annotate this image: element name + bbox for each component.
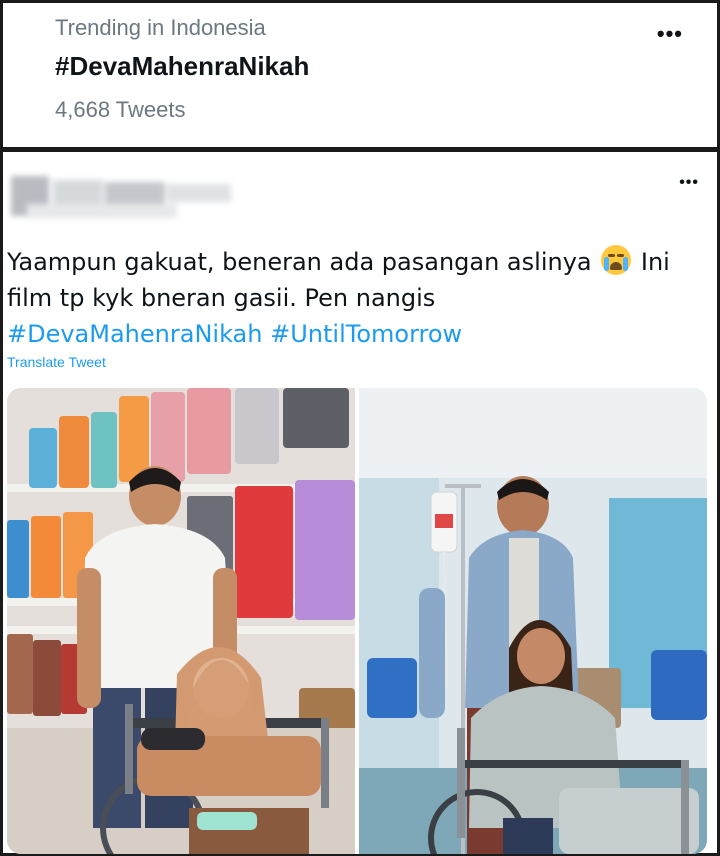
hospital-scene-illustration — [359, 388, 707, 854]
tweet-text: Yaampun gakuat, beneran ada pasangan asl… — [7, 244, 707, 352]
tweet-text-line: film tp kyk bneran gasii. Pen nangis — [7, 284, 436, 312]
tweet-photo[interactable] — [7, 388, 355, 854]
more-horizontal-icon[interactable]: ••• — [657, 21, 683, 47]
hashtag-link[interactable]: #DevaMahenraNikah — [7, 320, 262, 348]
tweet-media[interactable] — [7, 388, 707, 854]
hashtag-link[interactable]: #UntilTomorrow — [270, 320, 462, 348]
more-horizontal-icon[interactable]: ••• — [679, 174, 699, 192]
tweet-photo[interactable] — [359, 388, 707, 854]
tweet-card[interactable]: ••• Yaampun gakuat, beneran ada pasangan… — [0, 150, 720, 856]
luggage-store-illustration — [7, 388, 355, 854]
translate-tweet-link[interactable]: Translate Tweet — [7, 354, 106, 370]
tweet-text-part: Ini — [640, 248, 670, 276]
trend-hashtag[interactable]: #DevaMahenraNikah — [55, 51, 309, 82]
tweet-text-part: Yaampun gakuat, beneran ada pasangan asl… — [7, 248, 592, 276]
trend-tweet-count: 4,668 Tweets — [55, 97, 186, 122]
loudly-crying-face-icon — [601, 245, 632, 275]
trend-card[interactable]: Trending in Indonesia #DevaMahenraNikah … — [0, 0, 720, 150]
trend-context: Trending in Indonesia — [55, 15, 266, 40]
redacted-author — [7, 168, 247, 230]
